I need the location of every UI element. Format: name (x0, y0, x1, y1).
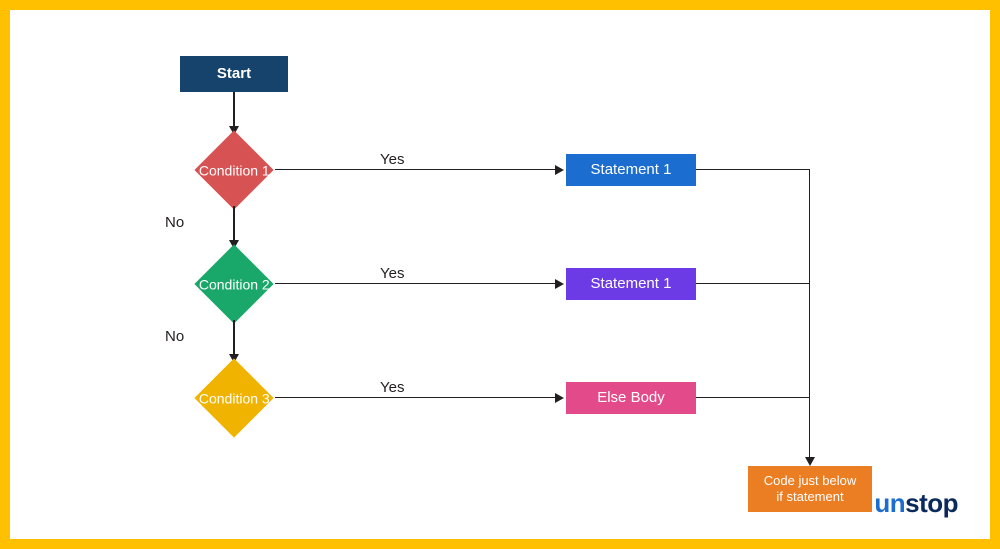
logo-rest: stop (905, 488, 958, 518)
edge-c3-else-head (555, 393, 564, 403)
statement-2-label: Statement 1 (591, 275, 672, 294)
edge-c1-s1-head (555, 165, 564, 175)
final-label: Code just below if statement (764, 473, 857, 506)
final-node: Code just below if statement (748, 466, 872, 512)
edge-else-bus (696, 397, 810, 398)
start-label: Start (217, 65, 251, 84)
edge-bus-head (805, 457, 815, 466)
c2-no-label: No (165, 328, 184, 345)
condition-2-label: Condition 2 (199, 276, 270, 292)
condition-2-node: Condition 2 (194, 244, 273, 323)
c3-yes-label: Yes (380, 379, 404, 396)
edge-c1-s1 (275, 169, 556, 170)
statement-1-label: Statement 1 (591, 161, 672, 180)
statement-1-node: Statement 1 (566, 154, 696, 186)
edge-c1-c2 (233, 206, 235, 241)
edge-c2-s2-head (555, 279, 564, 289)
condition-3-node: Condition 3 (194, 358, 273, 437)
condition-3-label: Condition 3 (199, 390, 270, 406)
edge-c2-s2 (275, 283, 556, 284)
edge-s1-bus (696, 169, 810, 170)
edge-start-c1 (233, 92, 235, 127)
edge-c2-c3 (233, 320, 235, 355)
else-body-label: Else Body (597, 389, 665, 408)
c1-yes-label: Yes (380, 151, 404, 168)
c1-no-label: No (165, 214, 184, 231)
edge-s2-bus (696, 283, 810, 284)
edge-c3-else (275, 397, 556, 398)
edge-bus-vertical (809, 169, 810, 458)
logo-prefix: un (874, 488, 905, 518)
else-body-node: Else Body (566, 382, 696, 414)
condition-1-label: Condition 1 (199, 162, 270, 178)
statement-2-node: Statement 1 (566, 268, 696, 300)
c2-yes-label: Yes (380, 265, 404, 282)
condition-1-node: Condition 1 (194, 130, 273, 209)
flowchart-canvas: Start Condition 1 Yes Statement 1 No Con… (10, 10, 990, 539)
start-node: Start (180, 56, 288, 92)
brand-logo: unstop (874, 488, 958, 519)
